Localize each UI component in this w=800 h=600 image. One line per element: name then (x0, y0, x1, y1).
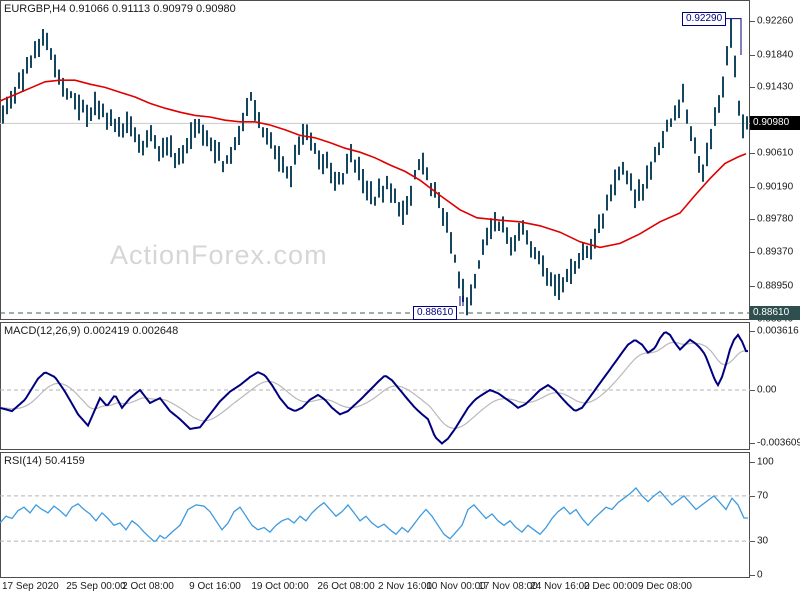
price-chart (0, 0, 750, 320)
rsi-axis-label-tick (750, 495, 755, 497)
macd-axis-label-tick (750, 443, 755, 444)
time-axis: 17 Sep 2020 25 Sep 00:00 2 Oct 08:00 9 Oct … (0, 578, 800, 600)
time-axis-label: 2 Dec 00:00 (584, 581, 638, 592)
time-axis-label: 9 Dec 08:00 (638, 581, 692, 592)
price-axis-label-tick (750, 252, 755, 254)
time-axis-label: 24 Nov 16:00 (530, 581, 590, 592)
macd-axis-label: 0.00 (757, 384, 777, 396)
macd-panel: MACD(12,26,9) 0.002419 0.002648 (0, 322, 750, 450)
time-axis-label: 17 Nov 08:00 (478, 581, 538, 592)
time-axis-label: 10 Nov 00:00 (426, 581, 486, 592)
price-axis-label: 0.91840 (757, 49, 794, 61)
current-price-badge: 0.90980 (750, 116, 800, 131)
price-axis-label-tick (750, 219, 755, 221)
time-axis-label: 19 Oct 00:00 (251, 581, 309, 592)
rsi-axis-label-tick (750, 462, 755, 463)
rsi-axis-label: 30 (757, 535, 769, 547)
rsi-label: RSI(14) 50.4159 (4, 455, 85, 467)
forex-chart-page: ActionForex.com EURGBP,H4 0.91066 0.9111… (0, 0, 800, 600)
time-axis-label: 2 Nov 16:00 (378, 581, 432, 592)
price-axis-label: 0.92260 (757, 15, 794, 27)
rsi-chart (0, 452, 750, 578)
price-axis-label: 0.89370 (757, 246, 794, 258)
time-axis-label: 9 Oct 16:00 (189, 581, 241, 592)
price-axis-label-tick (750, 21, 755, 22)
price-axis: 0.92260 0.91840 0.91430 0.90610 0.90190 0.897… (750, 0, 800, 600)
rsi-axis-label-tick (750, 575, 755, 576)
rsi-axis-label: 100 (757, 456, 774, 468)
macd-axis-label: 0.003616 (757, 325, 799, 337)
macd-axis-label-tick (750, 390, 755, 391)
chart-title: EURGBP,H4 0.91066 0.91113 0.90979 0.9098… (4, 3, 236, 15)
price-axis-label-tick (750, 87, 755, 89)
price-axis-label: 0.91430 (757, 81, 794, 93)
macd-axis-label-tick (750, 331, 755, 333)
macd-axis-label: -0.003609 (757, 437, 800, 449)
rsi-panel: RSI(14) 50.4159 (0, 452, 750, 578)
time-axis-label: 25 Sep 00:00 (66, 581, 126, 592)
price-axis-label-tick (750, 285, 755, 287)
rsi-axis-label-tick (750, 541, 755, 543)
price-axis-label-tick (750, 54, 755, 56)
resistance-level-box: 0.92290 (682, 11, 727, 26)
price-axis-label: 0.88950 (757, 280, 794, 292)
price-axis-label: 0.90610 (757, 147, 794, 159)
time-axis-label: 26 Oct 08:00 (317, 581, 375, 592)
support-level-box: 0.88610 (413, 306, 458, 320)
time-axis-label: 17 Sep 2020 (2, 581, 59, 592)
time-axis-label: 2 Oct 08:00 (122, 581, 174, 592)
rsi-axis-label: 70 (757, 490, 769, 502)
macd-chart (0, 322, 750, 450)
price-panel: ActionForex.com EURGBP,H4 0.91066 0.9111… (0, 0, 750, 320)
support-price-badge: 0.88610 (750, 306, 800, 320)
price-axis-label: 0.90190 (757, 181, 794, 193)
price-axis-label-tick (750, 186, 755, 188)
price-axis-label: 0.89780 (757, 213, 794, 225)
macd-label: MACD(12,26,9) 0.002419 0.002648 (4, 325, 179, 337)
price-axis-label-tick (750, 153, 755, 154)
